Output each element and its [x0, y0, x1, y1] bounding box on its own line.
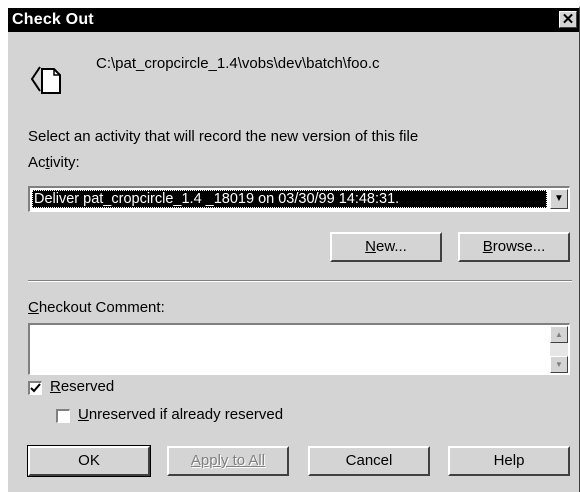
- apply-to-all-button[interactable]: Apply to All: [167, 446, 289, 476]
- reserved-checkbox[interactable]: [28, 381, 42, 395]
- reserved-label-rest: eserved: [60, 378, 115, 395]
- browse-button-key: B: [482, 238, 493, 255]
- close-button[interactable]: ✕: [559, 11, 577, 28]
- unreserved-checkbox[interactable]: [56, 409, 70, 423]
- file-path: C:\pat_cropcircle_1.4\vobs\dev\batch\foo…: [96, 55, 380, 72]
- checkmark-icon: [30, 383, 41, 393]
- activity-label: Activity:: [28, 154, 80, 171]
- dropdown-arrow-icon[interactable]: ▼: [550, 189, 568, 209]
- window-title: Check Out: [12, 11, 94, 28]
- activity-selected-value: Deliver pat_cropcircle_1.4 _18019 on 03/…: [32, 190, 547, 208]
- browse-button-rest: rowse...: [492, 238, 546, 255]
- comment-label-key: C: [28, 299, 39, 316]
- unreserved-label-rest: nreserved if already reserved: [88, 406, 284, 423]
- comment-label: Checkout Comment:: [28, 299, 165, 316]
- reserved-label-key: R: [50, 378, 61, 395]
- checkout-comment-textarea[interactable]: ▲ ▼: [28, 323, 570, 375]
- cancel-button[interactable]: Cancel: [308, 446, 430, 476]
- scroll-down-icon[interactable]: ▼: [550, 356, 568, 373]
- cancel-button-label: Cancel: [345, 452, 393, 469]
- title-bar[interactable]: Check Out ✕: [8, 8, 579, 32]
- scroll-up-icon[interactable]: ▲: [550, 326, 568, 343]
- ok-button[interactable]: OK: [27, 445, 151, 477]
- comment-label-rest: heckout Comment:: [38, 299, 165, 316]
- help-button[interactable]: Help: [448, 446, 570, 476]
- activity-prompt: Select an activity that will record the …: [28, 128, 419, 145]
- activity-label-post: ivity:: [49, 154, 80, 171]
- activity-dropdown[interactable]: Deliver pat_cropcircle_1.4 _18019 on 03/…: [28, 186, 570, 212]
- ok-button-label: OK: [78, 452, 100, 469]
- checkout-file-icon: [30, 66, 61, 94]
- apply-to-all-label: Apply to All: [190, 452, 266, 469]
- activity-label-pre: Ac: [28, 154, 46, 171]
- new-activity-button[interactable]: New...: [330, 232, 442, 262]
- comment-scrollbar[interactable]: ▲ ▼: [550, 326, 568, 373]
- new-button-key: N: [365, 238, 376, 255]
- reserved-label[interactable]: Reserved: [50, 378, 114, 395]
- help-button-label: Help: [493, 452, 525, 469]
- browse-button[interactable]: Browse...: [458, 232, 570, 262]
- unreserved-label[interactable]: Unreserved if already reserved: [78, 406, 283, 423]
- unreserved-label-key: U: [78, 406, 89, 423]
- section-divider: [28, 280, 572, 282]
- checkout-dialog: Check Out ✕ C:\pat_cropcircle_1.4\vobs\d…: [6, 6, 580, 492]
- new-button-rest: ew...: [375, 238, 407, 255]
